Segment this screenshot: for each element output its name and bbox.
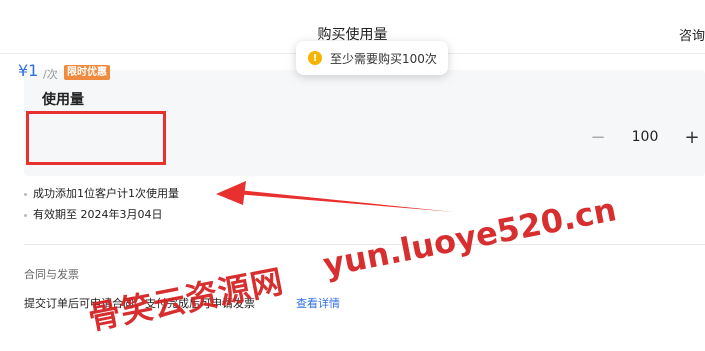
toast-message: ! 至少需要购买100次 bbox=[296, 41, 448, 75]
toast-text: 至少需要购买100次 bbox=[330, 51, 437, 66]
warning-icon: ! bbox=[308, 51, 322, 65]
